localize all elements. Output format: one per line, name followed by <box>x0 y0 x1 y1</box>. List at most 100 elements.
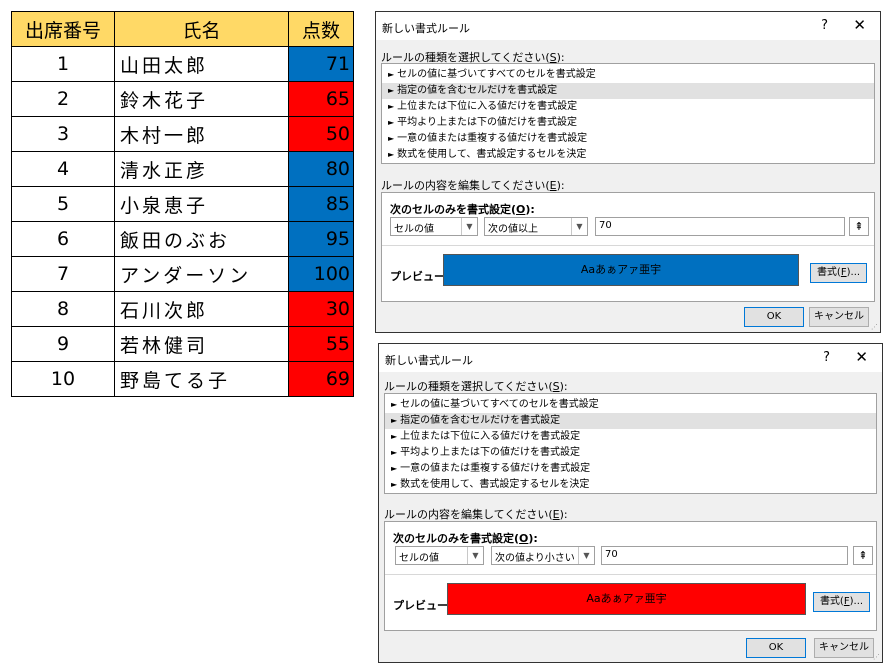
cancel-button[interactable]: キャンセル <box>809 307 869 327</box>
score-cell[interactable]: 95 <box>288 221 354 257</box>
rule-type-item[interactable]: ► セルの値に基づいてすべてのセルを書式設定 <box>382 67 874 83</box>
name-cell[interactable]: 山田太郎 <box>114 46 289 82</box>
cancel-button[interactable]: キャンセル <box>814 638 874 658</box>
preview-label: プレビュー: <box>393 599 453 612</box>
name-cell[interactable]: 清水正彦 <box>114 151 289 187</box>
table-row: 8 石川次郎 30 <box>11 291 354 327</box>
attendance-number-cell[interactable]: 9 <box>11 326 115 362</box>
close-icon[interactable]: ✕ <box>855 348 868 366</box>
table-row: 10 野島てる子 69 <box>11 361 354 397</box>
name-cell[interactable]: 木村一郎 <box>114 116 289 152</box>
arrow-right-icon: ► <box>391 432 398 441</box>
arrow-right-icon: ► <box>391 464 398 473</box>
name-cell[interactable]: 小泉恵子 <box>114 186 289 222</box>
arrow-right-icon: ► <box>388 150 395 159</box>
rule-type-item[interactable]: ► 指定の値を含むセルだけを書式設定 <box>382 83 874 99</box>
score-cell[interactable]: 85 <box>288 186 354 222</box>
divider <box>382 245 874 246</box>
arrow-right-icon: ► <box>388 86 395 95</box>
format-button[interactable]: 書式(F)... <box>810 263 867 283</box>
resize-grip-icon[interactable]: ⋰ <box>873 653 880 661</box>
attendance-number-cell[interactable]: 3 <box>11 116 115 152</box>
attendance-number-cell[interactable]: 10 <box>11 361 115 397</box>
rule-type-item[interactable]: ► 上位または下位に入る値だけを書式設定 <box>382 99 874 115</box>
arrow-right-icon: ► <box>388 102 395 111</box>
score-cell[interactable]: 65 <box>288 81 354 117</box>
rule-type-label-text: セルの値に基づいてすべてのセルを書式設定 <box>397 69 596 80</box>
rule-type-label-text: 数式を使用して、書式設定するセルを決定 <box>400 479 590 490</box>
rule-type-label-text: 指定の値を含むセルだけを書式設定 <box>400 415 561 426</box>
rule-type-label-text: 平均より上または下の値だけを書式設定 <box>400 447 580 458</box>
rule-type-list[interactable]: ► セルの値に基づいてすべてのセルを書式設定 ► 指定の値を含むセルだけを書式設定 ► 上… <box>381 63 875 164</box>
cell-value-dropdown[interactable]: セルの値 ▼ <box>390 217 478 236</box>
range-select-icon[interactable]: ⇞ <box>853 546 873 565</box>
name-cell[interactable]: アンダーソン <box>114 256 289 292</box>
attendance-number-cell[interactable]: 8 <box>11 291 115 327</box>
format-only-cells-heading: 次のセルのみを書式設定(O): <box>390 203 535 216</box>
attendance-number-cell[interactable]: 1 <box>11 46 115 82</box>
value-input[interactable]: 70 <box>595 217 845 236</box>
rule-type-item[interactable]: ► 平均より上または下の値だけを書式設定 <box>385 445 876 461</box>
score-cell[interactable]: 69 <box>288 361 354 397</box>
name-cell[interactable]: 野島てる子 <box>114 361 289 397</box>
cell-value-text: セルの値 <box>394 224 434 235</box>
score-cell[interactable]: 55 <box>288 326 354 362</box>
table-row: 5 小泉恵子 85 <box>11 186 354 222</box>
attendance-number-cell[interactable]: 4 <box>11 151 115 187</box>
preview-box: Aaあぁアァ亜宇 <box>447 583 806 615</box>
cell-value-text: セルの値 <box>399 553 439 564</box>
rule-type-item[interactable]: ► 一意の値または重複する値だけを書式設定 <box>382 131 874 147</box>
header-name[interactable]: 氏名 <box>114 11 289 47</box>
format-button[interactable]: 書式(F)... <box>813 592 870 612</box>
table-row: 2 鈴木花子 65 <box>11 81 354 117</box>
rule-type-item[interactable]: ► 上位または下位に入る値だけを書式設定 <box>385 429 876 445</box>
arrow-right-icon: ► <box>388 70 395 79</box>
table-row: 9 若林健司 55 <box>11 326 354 362</box>
title-bar: 新しい書式ルール ? ✕ <box>379 344 882 372</box>
name-cell[interactable]: 石川次郎 <box>114 291 289 327</box>
header-attendance-number[interactable]: 出席番号 <box>11 11 115 47</box>
table-row: 6 飯田のぶお 95 <box>11 221 354 257</box>
name-cell[interactable]: 若林健司 <box>114 326 289 362</box>
value-input[interactable]: 70 <box>601 546 848 565</box>
rule-type-item[interactable]: ► 数式を使用して、書式設定するセルを決定 <box>385 477 876 493</box>
rule-type-label-text: 上位または下位に入る値だけを書式設定 <box>400 431 581 442</box>
value-text: 70 <box>605 549 618 560</box>
attendance-number-cell[interactable]: 7 <box>11 256 115 292</box>
rule-type-item[interactable]: ► 平均より上または下の値だけを書式設定 <box>382 115 874 131</box>
table-row: 1 山田太郎 71 <box>11 46 354 82</box>
ok-button[interactable]: OK <box>746 638 806 658</box>
operator-dropdown[interactable]: 次の値以上 ▼ <box>484 217 588 236</box>
name-cell[interactable]: 飯田のぶお <box>114 221 289 257</box>
range-select-icon[interactable]: ⇞ <box>849 217 869 236</box>
rule-type-label-text: 一意の値または重複する値だけを書式設定 <box>400 463 591 474</box>
rule-type-list[interactable]: ► セルの値に基づいてすべてのセルを書式設定 ► 指定の値を含むセルだけを書式設定 ► 上… <box>384 393 877 494</box>
table-row: 7 アンダーソン 100 <box>11 256 354 292</box>
attendance-number-cell[interactable]: 5 <box>11 186 115 222</box>
score-cell[interactable]: 50 <box>288 116 354 152</box>
score-cell[interactable]: 30 <box>288 291 354 327</box>
attendance-number-cell[interactable]: 2 <box>11 81 115 117</box>
rule-type-item[interactable]: ► セルの値に基づいてすべてのセルを書式設定 <box>385 397 876 413</box>
score-cell[interactable]: 71 <box>288 46 354 82</box>
preview-box: Aaあぁアァ亜宇 <box>443 254 799 286</box>
rule-type-item[interactable]: ► 一意の値または重複する値だけを書式設定 <box>385 461 876 477</box>
ok-button[interactable]: OK <box>744 307 804 327</box>
help-button[interactable]: ? <box>821 18 828 33</box>
value-text: 70 <box>599 220 612 231</box>
rule-type-item[interactable]: ► 数式を使用して、書式設定するセルを決定 <box>382 147 874 163</box>
score-cell[interactable]: 80 <box>288 151 354 187</box>
resize-grip-icon[interactable]: ⋰ <box>871 323 878 331</box>
rule-type-label-text: 数式を使用して、書式設定するセルを決定 <box>397 149 587 160</box>
cell-value-dropdown[interactable]: セルの値 ▼ <box>395 546 484 565</box>
attendance-number-cell[interactable]: 6 <box>11 221 115 257</box>
arrow-right-icon: ► <box>391 416 398 425</box>
preview-label: プレビュー: <box>390 270 450 283</box>
score-cell[interactable]: 100 <box>288 256 354 292</box>
header-score[interactable]: 点数 <box>288 11 354 47</box>
name-cell[interactable]: 鈴木花子 <box>114 81 289 117</box>
close-icon[interactable]: ✕ <box>853 16 866 34</box>
rule-type-item[interactable]: ► 指定の値を含むセルだけを書式設定 <box>385 413 876 429</box>
operator-dropdown[interactable]: 次の値より小さい ▼ <box>491 546 595 565</box>
help-button[interactable]: ? <box>823 350 830 365</box>
